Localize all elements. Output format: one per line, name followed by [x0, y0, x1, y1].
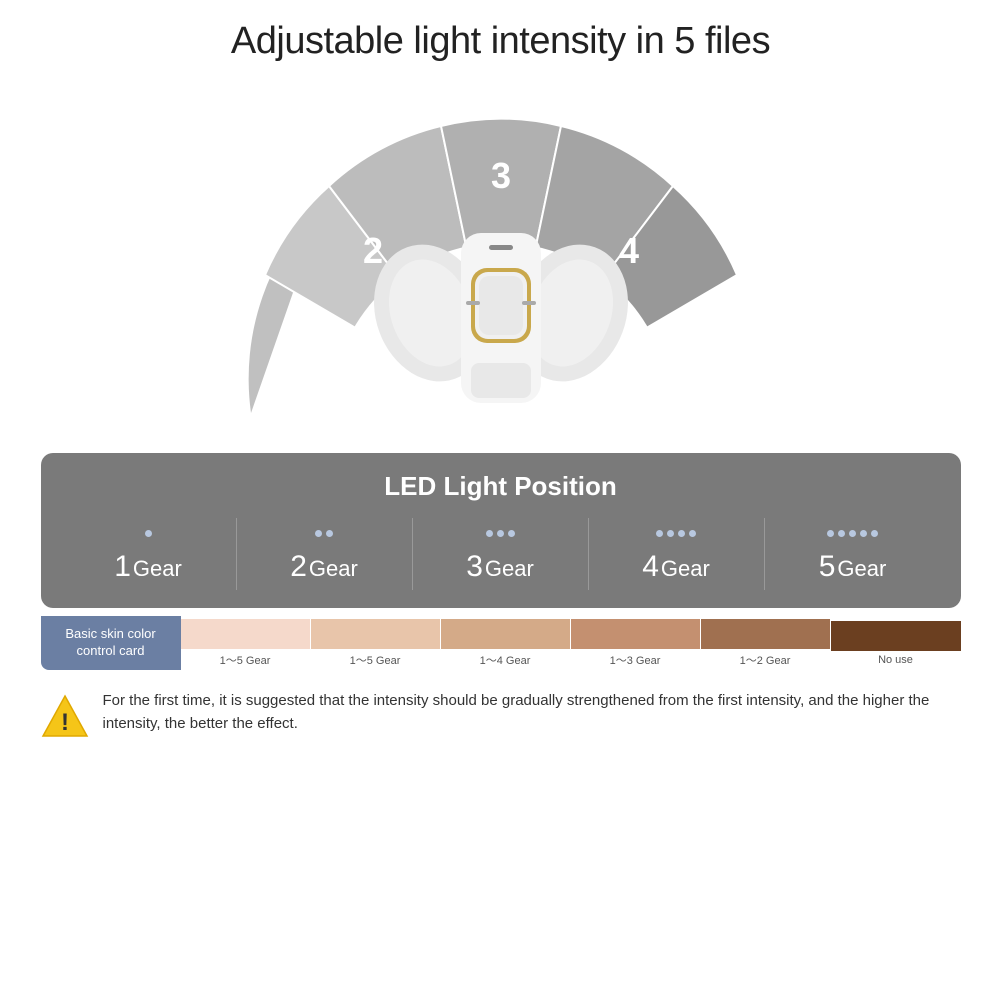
led-cell: 2 Gear — [237, 518, 413, 590]
swatch-item: 1～4 Gear — [441, 616, 571, 670]
led-cell: 5 Gear — [765, 518, 941, 590]
svg-text:5: 5 — [682, 335, 702, 376]
warning-row: ! For the first time, it is suggested th… — [41, 682, 961, 748]
swatch-item: 1～2 Gear — [701, 616, 831, 670]
page-title: Adjustable light intensity in 5 files — [231, 20, 770, 63]
svg-text:!: ! — [61, 709, 69, 736]
skin-color-row: Basic skin color control card 1～5 Gear1～… — [41, 616, 961, 670]
led-title: LED Light Position — [61, 471, 941, 502]
skin-swatches: 1～5 Gear1～5 Gear1～4 Gear1～3 Gear1～2 Gear… — [181, 616, 961, 670]
led-cell: 1 Gear — [61, 518, 237, 590]
skin-label: Basic skin color control card — [41, 616, 181, 670]
swatch-item: No use — [831, 616, 961, 670]
led-table: LED Light Position 1 Gear2 Gear3 Gear4 G… — [41, 453, 961, 608]
led-cell: 3 Gear — [413, 518, 589, 590]
led-gear-grid: 1 Gear2 Gear3 Gear4 Gear5 Gear — [61, 518, 941, 590]
warning-text: For the first time, it is suggested that… — [103, 690, 961, 735]
warning-icon: ! — [41, 692, 89, 740]
swatch-item: 1～3 Gear — [571, 616, 701, 670]
device-illustration — [371, 183, 631, 443]
swatch-item: 1～5 Gear — [311, 616, 441, 670]
swatch-item: 1～5 Gear — [181, 616, 311, 670]
dial-section: 1 2 3 4 5 — [151, 73, 851, 443]
svg-text:1: 1 — [298, 335, 318, 376]
led-cell: 4 Gear — [589, 518, 765, 590]
